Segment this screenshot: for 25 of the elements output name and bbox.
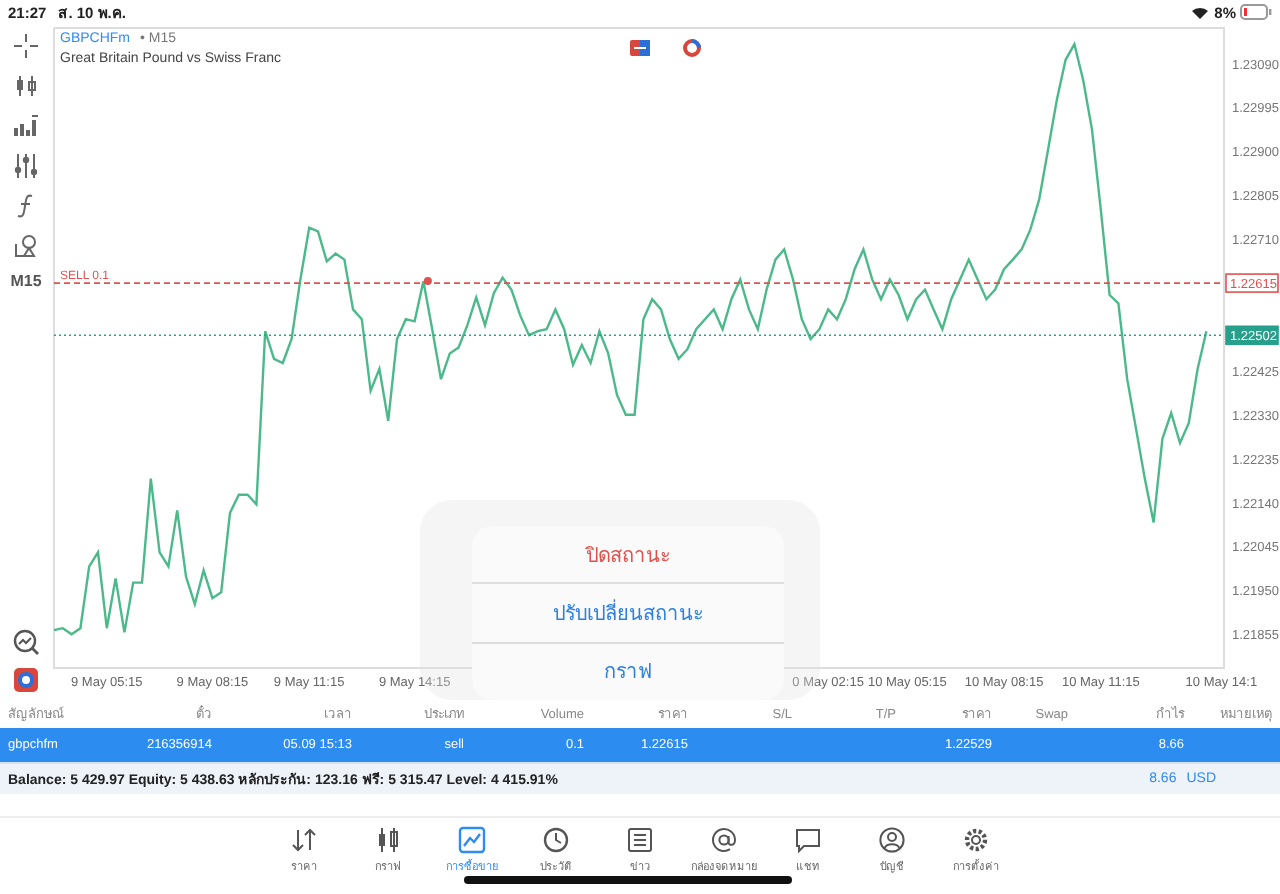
line-chart-icon — [458, 826, 486, 854]
shapes-icon[interactable] — [12, 232, 40, 260]
wifi-icon — [1190, 4, 1211, 20]
arrows-icon — [290, 826, 318, 854]
newspaper-icon — [626, 826, 654, 854]
at-sign-icon — [710, 826, 738, 854]
battery-icon — [1240, 4, 1272, 20]
zoom-icon[interactable] — [12, 628, 40, 656]
candlestick-icon[interactable] — [12, 72, 40, 100]
chat-bubble-icon — [794, 826, 822, 854]
user-icon — [878, 826, 906, 854]
crosshair-icon[interactable] — [12, 32, 40, 60]
settings-icon — [962, 826, 990, 854]
sliders-icon[interactable] — [12, 152, 40, 180]
candlestick-icon — [374, 826, 402, 854]
trade-levels-icon[interactable] — [683, 39, 701, 57]
bar-chart-icon[interactable] — [12, 112, 40, 140]
app-logo-icon[interactable] — [14, 668, 38, 692]
one-click-trading-icon[interactable] — [630, 40, 650, 56]
menu-item[interactable]: ปรับเปลี่ยนสถานะ — [472, 584, 784, 644]
clock-icon — [542, 826, 570, 854]
timeframe-label[interactable]: M15 — [10, 272, 42, 290]
trade-marker — [423, 277, 432, 286]
menu-item[interactable]: กราฟ — [472, 643, 784, 700]
menu-item[interactable]: ปิดสถานะ — [472, 526, 784, 585]
